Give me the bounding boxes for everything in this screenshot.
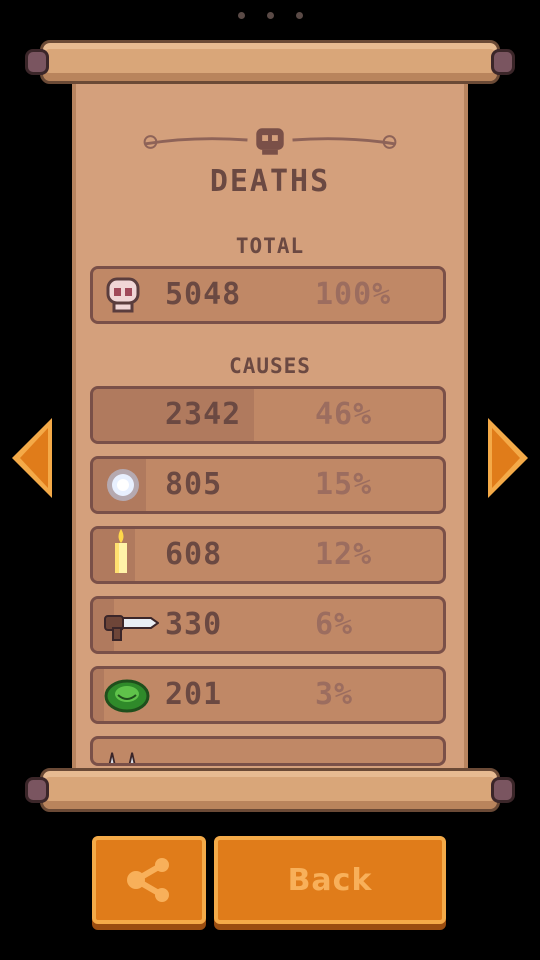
previous-page-arrow-icon[interactable] <box>8 414 56 502</box>
cause-row[interactable]: 805 15% <box>90 456 446 514</box>
cause-count: 608 <box>165 537 223 572</box>
skull-ornament-icon <box>143 128 397 155</box>
cause-percent: 6% <box>315 607 354 642</box>
cause-percent: 46% <box>315 397 373 432</box>
cause-count: 805 <box>165 467 223 502</box>
total-count: 5048 <box>165 277 242 312</box>
total-heading: TOTAL <box>235 234 305 258</box>
candle-icon <box>101 529 141 573</box>
page-dot <box>266 12 274 19</box>
rod-knob <box>25 49 49 75</box>
share-icon <box>127 858 169 902</box>
cause-row[interactable]: 330 6% <box>90 596 446 654</box>
page-indicator <box>0 12 540 19</box>
total-row: 5048 100% <box>90 266 446 324</box>
scroll-top-rod <box>25 40 515 84</box>
rod-knob <box>491 777 515 803</box>
back-button[interactable]: Back <box>214 836 446 924</box>
next-page-arrow-icon[interactable] <box>484 414 532 502</box>
rod-knob <box>25 777 49 803</box>
share-button[interactable] <box>92 836 206 924</box>
cause-row-partial[interactable] <box>90 736 446 766</box>
cause-count: 2342 <box>165 397 242 432</box>
cause-row[interactable]: 608 12% <box>90 526 446 584</box>
skull-icon <box>103 277 143 313</box>
page-dot <box>237 12 245 19</box>
cause-count: 330 <box>165 607 223 642</box>
cause-count: 201 <box>165 677 223 712</box>
cause-fill-bar <box>93 669 104 721</box>
energy-orb-icon <box>103 467 143 503</box>
green-slime-icon <box>103 677 151 713</box>
cause-percent: 12% <box>315 537 373 572</box>
rod-knob <box>491 49 515 75</box>
page-dot <box>295 12 303 19</box>
cause-percent: 15% <box>315 467 373 502</box>
cause-row[interactable]: 2342 46% <box>90 386 446 444</box>
cause-percent: 3% <box>315 677 354 712</box>
causes-heading: CAUSES <box>229 354 311 378</box>
knife-icon <box>103 607 159 643</box>
scroll-bottom-rod <box>25 768 515 812</box>
spike-trap-icon <box>103 741 143 763</box>
page-title: DEATHS <box>209 164 331 199</box>
total-percent: 100% <box>315 277 392 312</box>
cause-row[interactable]: 201 3% <box>90 666 446 724</box>
